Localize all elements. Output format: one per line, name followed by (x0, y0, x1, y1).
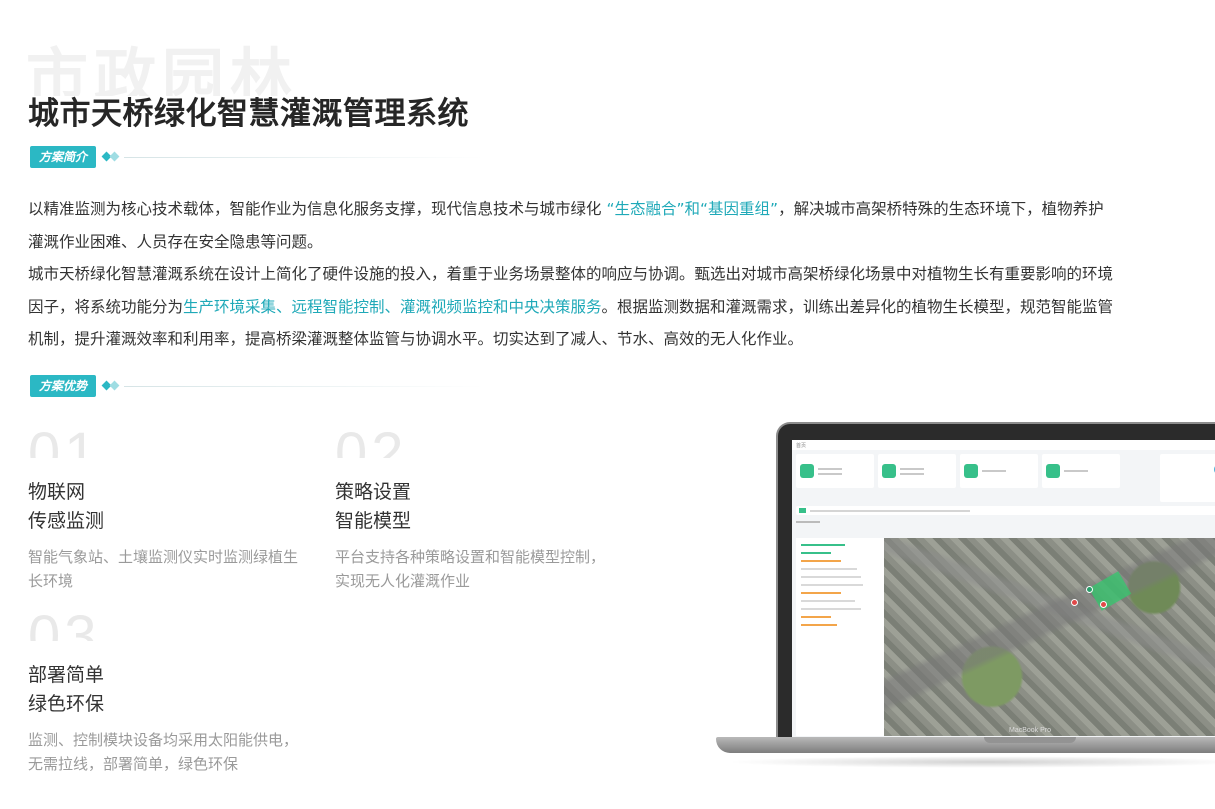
advantage-description: 监测、控制模块设备均采用太阳能供电，无需拉线，部署简单，绿色环保 (28, 731, 299, 773)
advantage-title: 策略设置 智能模型 (335, 481, 412, 532)
screen-card (960, 454, 1038, 488)
control-icon (882, 464, 896, 478)
laptop-mockup: 首页 MacBook Pro (716, 422, 1215, 782)
laptop-lid: 首页 (776, 422, 1215, 740)
intro-paragraph-1: 以精准监测为核心技术载体，智能作业为信息化服务支撑，现代信息技术与城市绿化 “生… (28, 200, 1104, 251)
divider (124, 385, 485, 387)
page-title: 城市天桥绿化智慧灌溉管理系统 (28, 96, 469, 132)
screen-summary-cards (792, 450, 1215, 506)
section-tag-advantage: 方案优势 (30, 375, 485, 397)
advantage-number: 03 (28, 605, 101, 641)
intro-text: 以精准监测为核心技术载体，智能作业为信息化服务支撑，现代信息技术与城市绿化 “生… (28, 193, 1118, 356)
diamond-icon (101, 151, 122, 162)
screen-card (878, 454, 956, 488)
advantage-number: 02 (335, 422, 408, 458)
screen-card (796, 454, 874, 488)
intro-highlight-1: “生态融合”和“基因重组” (606, 200, 779, 218)
map-pin-icon (1071, 599, 1079, 607)
cloud-icon (1160, 454, 1215, 502)
section-tag-intro: 方案简介 (30, 146, 485, 168)
laptop-notch (984, 737, 1076, 743)
divider (124, 156, 485, 158)
laptop-label: MacBook Pro (1008, 727, 1052, 734)
advantage-title: 物联网 传感监测 (28, 481, 105, 532)
intro-paragraph-2: 城市天桥绿化智慧灌溉系统在设计上简化了硬件设施的投入，着重于业务场景整体的响应与… (28, 265, 1114, 348)
section-tag-label: 方案优势 (30, 375, 97, 397)
advantage-title: 部署简单 绿色环保 (28, 664, 105, 715)
log-icon (964, 464, 978, 478)
screen-notice (796, 506, 1215, 515)
map-pin-icon (1085, 585, 1093, 593)
diamond-icon (101, 380, 122, 391)
screen-main (796, 538, 1215, 736)
screen-sidebar (796, 538, 884, 736)
laptop-base (716, 737, 1215, 753)
screen-panel-title (796, 521, 1215, 529)
screen-map (884, 538, 1215, 736)
screen-topbar: 首页 (792, 440, 1215, 450)
intro-highlight-2: 生产环境采集、远程智能控制、灌溉视频监控和中央决策服务 (183, 297, 602, 316)
advantage-item-2: 02 策略设置 智能模型 平台支持各种策略设置和智能模型控制，实现无人化灌溉作业 (335, 422, 605, 593)
screen-card (1042, 454, 1120, 488)
laptop-screen: 首页 (792, 440, 1215, 740)
advantage-item-1: 01 物联网 传感监测 智能气象站、土壤监测仪实时监测绿植生长环境 (28, 422, 298, 593)
monitor-icon (800, 464, 814, 478)
video-icon (1046, 464, 1060, 478)
advantage-number: 01 (28, 422, 101, 458)
section-tag-label: 方案简介 (30, 146, 97, 168)
advantage-item-3: 03 部署简单 绿色环保 监测、控制模块设备均采用太阳能供电，无需拉线，部署简单… (28, 605, 298, 776)
laptop-shadow (726, 756, 1215, 768)
advantage-description: 智能气象站、土壤监测仪实时监测绿植生长环境 (28, 548, 299, 590)
advantage-description: 平台支持各种策略设置和智能模型控制，实现无人化灌溉作业 (335, 548, 606, 590)
